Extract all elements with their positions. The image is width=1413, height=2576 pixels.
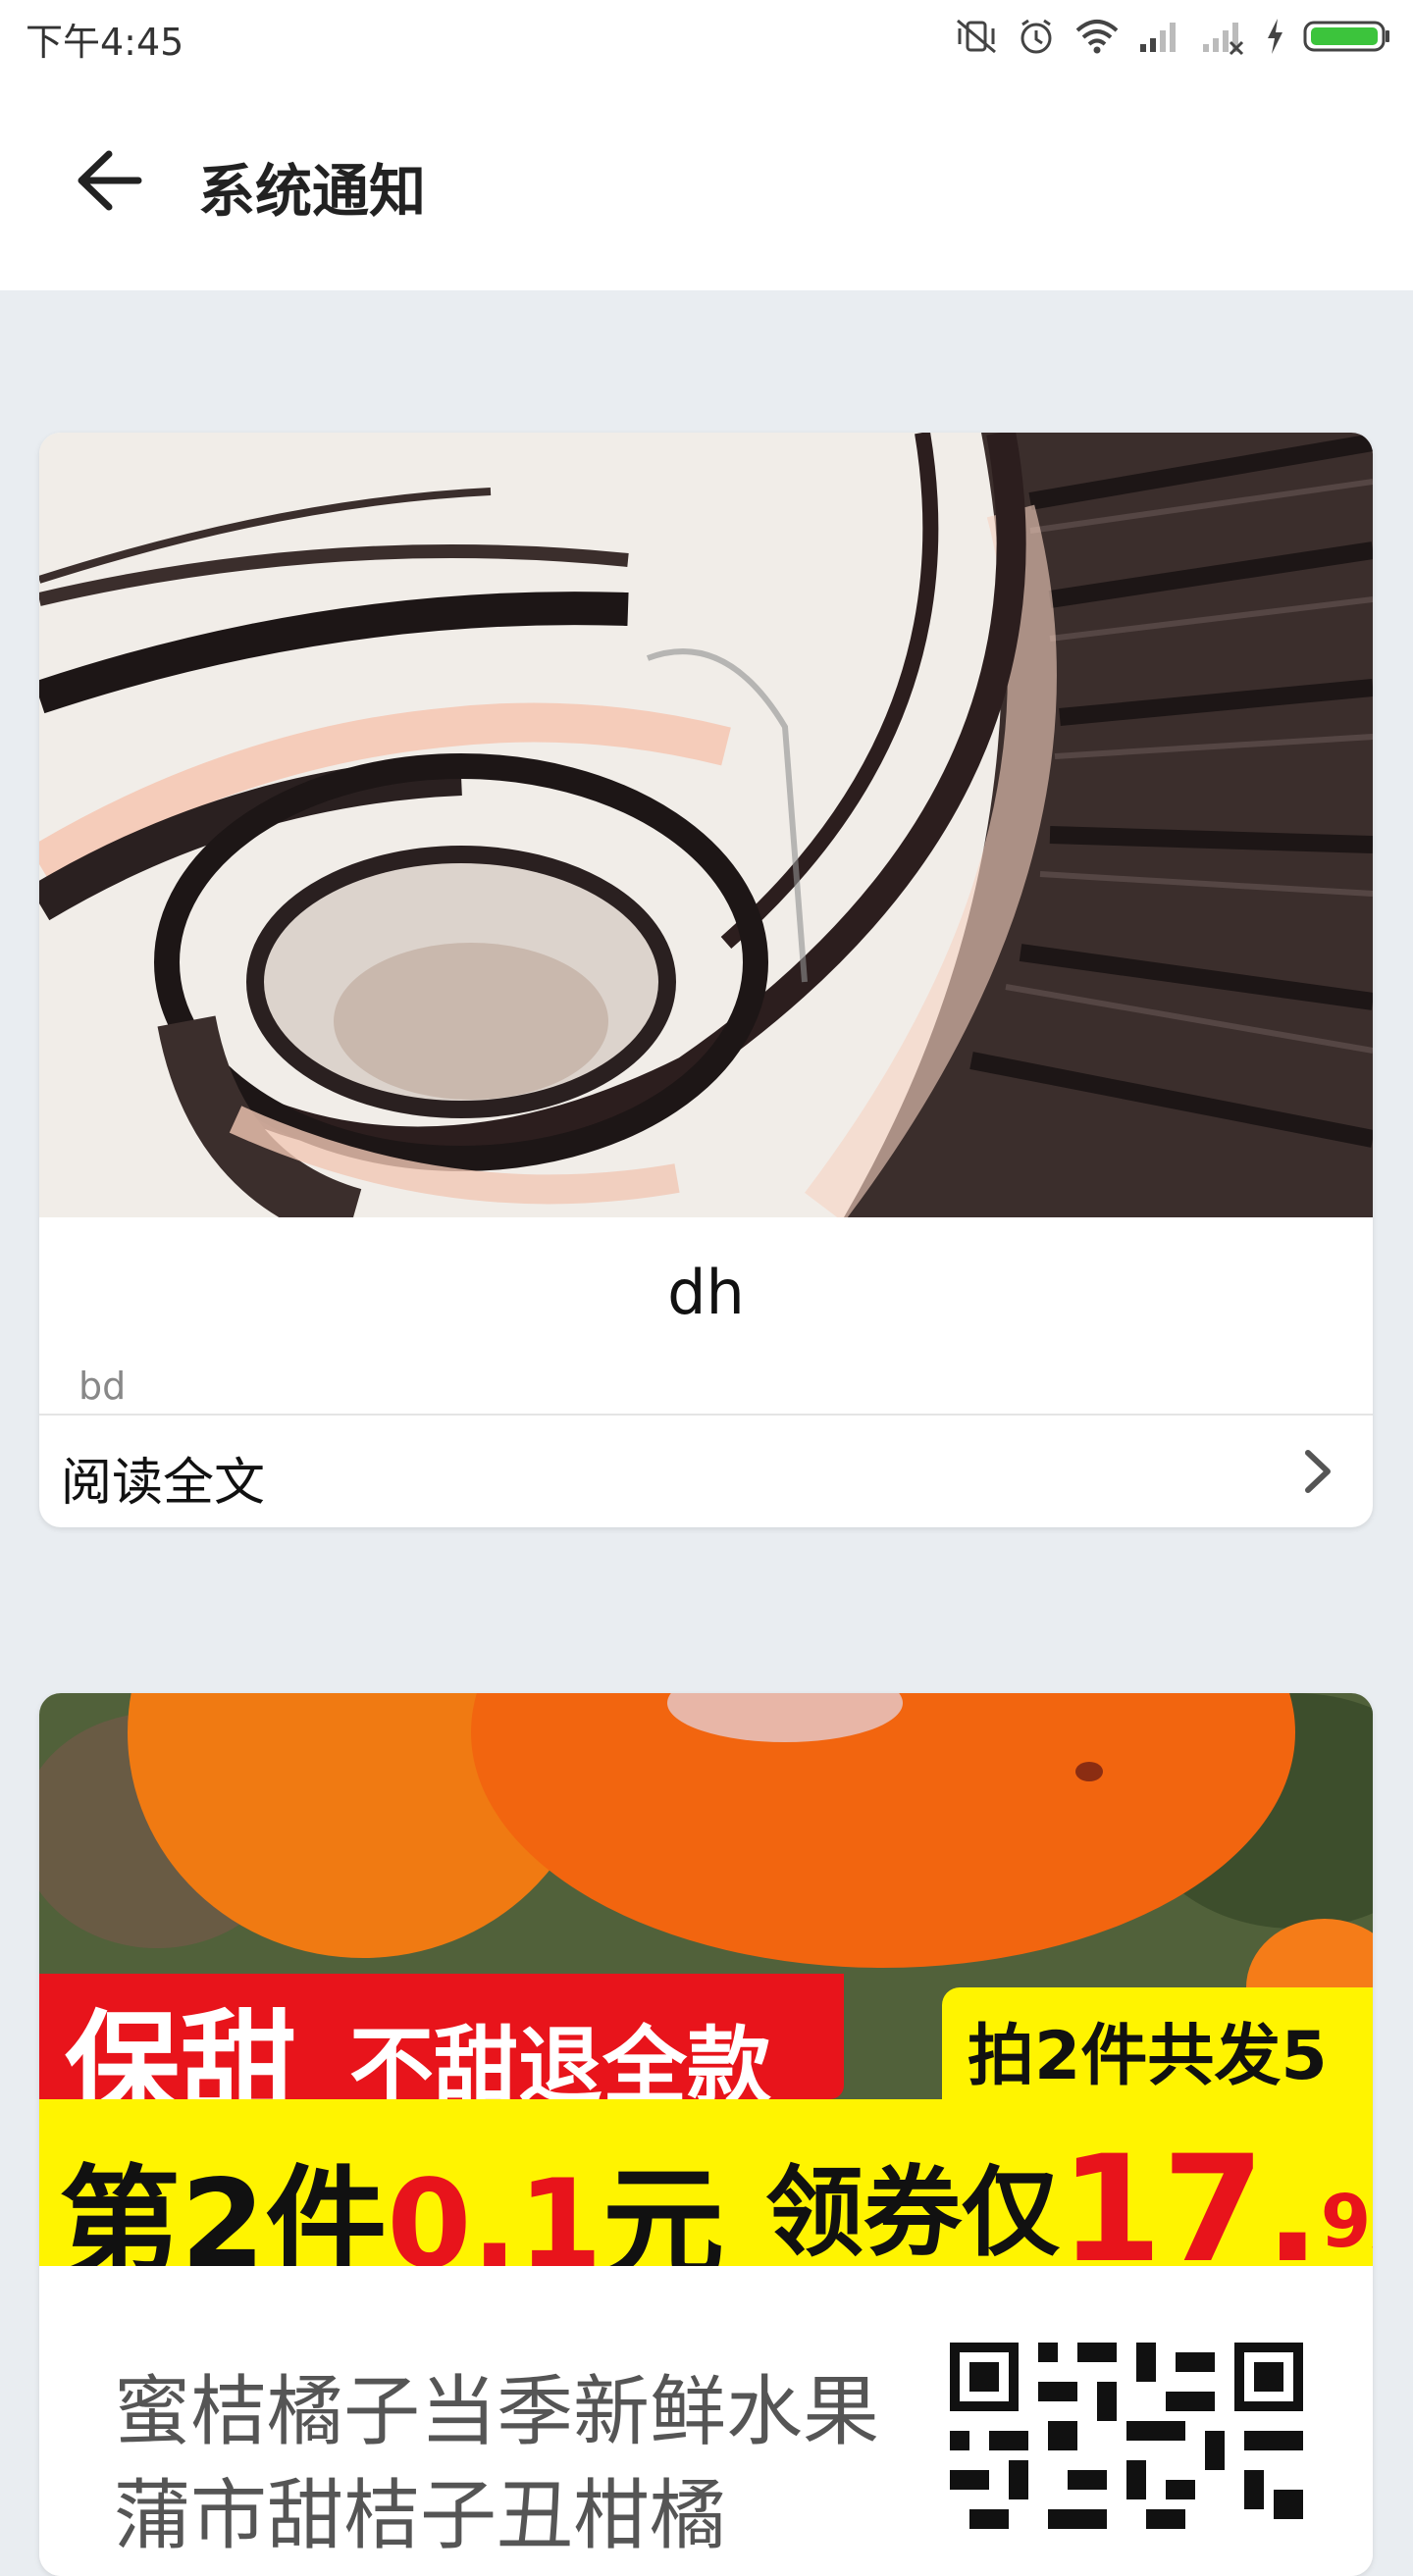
card-subtitle: bd: [78, 1365, 127, 1408]
ad-coupon-prefix: 领券仅: [765, 2155, 1060, 2270]
card-image: [39, 433, 1373, 1217]
ad-card[interactable]: 保甜 不甜退全款 拍2件共发5斤 第2件0.1元 领券仅17.9元 蜜桔橘子当季…: [39, 1693, 1373, 2576]
notification-card[interactable]: dh bd 阅读全文: [39, 433, 1373, 1527]
ad-description: 蜜桔橘子当季新鲜水果蒲市甜桔子丑柑橘: [114, 2368, 880, 2560]
app-bar: 系统通知: [0, 75, 1413, 290]
read-more-label: 阅读全文: [61, 1454, 266, 1513]
signal-icon: [1138, 17, 1183, 56]
ad-promo-box: 拍2件共发5斤: [942, 1987, 1373, 2192]
ad-tag: 保甜 不甜退全款: [39, 1974, 844, 2134]
chevron-right-icon: [1305, 1450, 1331, 1493]
qr-code-icon: [950, 2343, 1303, 2529]
ad-coupon-price-sub: 9: [1320, 2180, 1372, 2264]
page-title: 系统通知: [198, 158, 427, 225]
ad-coupon-unit: 元: [1371, 2196, 1373, 2260]
alarm-icon: [1017, 17, 1056, 56]
signal-no-sim-icon: [1201, 17, 1246, 56]
status-icons: [954, 14, 1391, 59]
read-more-row[interactable]: 阅读全文: [39, 1416, 1373, 1527]
back-button[interactable]: [71, 141, 149, 220]
arrow-left-icon: [78, 150, 142, 211]
charging-icon: [1264, 17, 1285, 56]
vibrate-off-icon: [954, 17, 999, 56]
battery-icon: [1303, 17, 1391, 56]
status-time: 下午4:45: [26, 21, 184, 64]
wifi-icon: [1073, 17, 1121, 56]
card-title: dh: [667, 1257, 745, 1328]
status-bar: 下午4:45: [0, 0, 1413, 75]
